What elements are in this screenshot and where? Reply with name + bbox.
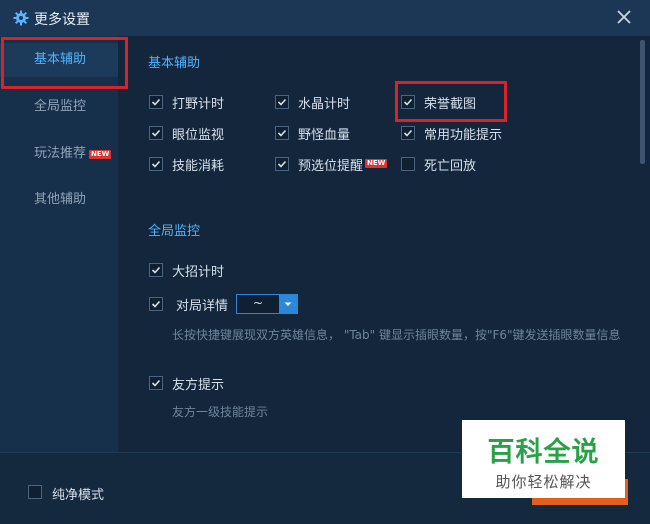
checkbox-common-tips[interactable] <box>401 126 415 140</box>
option-label: 常用功能提示 <box>424 128 503 143</box>
checkbox-jungle-timer[interactable] <box>149 95 163 109</box>
dropdown-value: ~ <box>253 296 264 310</box>
window-title: 更多设置 <box>34 12 90 28</box>
sidebar-item-label: 玩法推荐 <box>34 146 87 161</box>
option-label: 预选位提醒 <box>298 159 364 174</box>
check-icon <box>277 129 287 137</box>
option-label: 技能消耗 <box>172 159 225 174</box>
check-icon <box>151 266 161 274</box>
option-label: 友方提示 <box>172 378 225 393</box>
check-icon <box>151 160 161 168</box>
checkbox-ally-hint[interactable] <box>149 376 163 390</box>
scrollbar <box>638 36 650 452</box>
checkbox-skill-cost[interactable] <box>149 157 163 171</box>
check-icon <box>151 300 161 308</box>
checkbox-monster-hp[interactable] <box>275 126 289 140</box>
checkbox-ult-timer[interactable] <box>149 263 163 277</box>
checkbox-death-replay[interactable] <box>401 157 415 171</box>
sidebar-item-label: 其他辅助 <box>34 192 87 207</box>
watermark-sub: 助你轻松解决 <box>495 473 592 491</box>
close-button[interactable] <box>614 7 634 27</box>
gear-icon <box>13 10 29 26</box>
highlight-box <box>395 81 507 122</box>
sidebar-item-other[interactable]: 其他辅助 <box>0 183 118 217</box>
checkbox-pick-reminder[interactable] <box>275 157 289 171</box>
sidebar-item-label: 全局监控 <box>34 99 87 114</box>
pure-mode-label: 纯净模式 <box>52 488 105 503</box>
watermark-logo: 百科全说 助你轻松解决 <box>462 420 625 498</box>
watermark-main: 百科全说 <box>487 437 600 468</box>
check-icon <box>151 129 161 137</box>
hotkey-dropdown[interactable]: ~ <box>236 294 298 314</box>
option-label: 水晶计时 <box>298 97 351 112</box>
new-badge: NEW <box>89 150 112 159</box>
sidebar-item-global[interactable]: 全局监控 <box>0 90 118 124</box>
new-badge: NEW <box>365 159 388 168</box>
section-title-basic: 基本辅助 <box>148 56 201 71</box>
checkbox-pure-mode[interactable] <box>28 485 42 499</box>
check-icon <box>277 160 287 168</box>
sidebar: 基本辅助 全局监控 玩法推荐 NEW 其他辅助 <box>0 36 118 452</box>
close-icon <box>617 10 631 24</box>
highlight-box <box>1 37 128 89</box>
option-label: 大招计时 <box>172 265 225 280</box>
check-icon <box>403 129 413 137</box>
match-detail-hint: 长按快捷键展现双方英雄信息， "Tab" 键显示插眼数量，按"F6"键发送插眼数… <box>172 328 621 342</box>
option-label: 眼位监视 <box>172 128 225 143</box>
checkbox-crystal-timer[interactable] <box>275 95 289 109</box>
section-title-global: 全局监控 <box>148 224 201 239</box>
title-bar: 更多设置 <box>0 0 650 36</box>
option-label: 打野计时 <box>172 97 225 112</box>
option-label: 对局详情 <box>176 299 229 314</box>
check-icon <box>151 98 161 106</box>
chevron-down-icon[interactable] <box>279 295 297 313</box>
check-icon <box>151 379 161 387</box>
ally-hint-description: 友方一级技能提示 <box>172 405 269 419</box>
checkbox-match-detail[interactable] <box>149 297 163 311</box>
option-label: 野怪血量 <box>298 128 351 143</box>
sidebar-item-gameplay[interactable]: 玩法推荐 NEW <box>0 137 118 171</box>
check-icon <box>277 98 287 106</box>
scrollbar-thumb[interactable] <box>640 40 645 164</box>
option-label: 死亡回放 <box>424 159 477 174</box>
checkbox-ward-watch[interactable] <box>149 126 163 140</box>
settings-panel: 基本辅助 打野计时 水晶计时 荣誉截图 眼位监视 野怪血量 常用功能提示 技能消… <box>118 36 638 452</box>
